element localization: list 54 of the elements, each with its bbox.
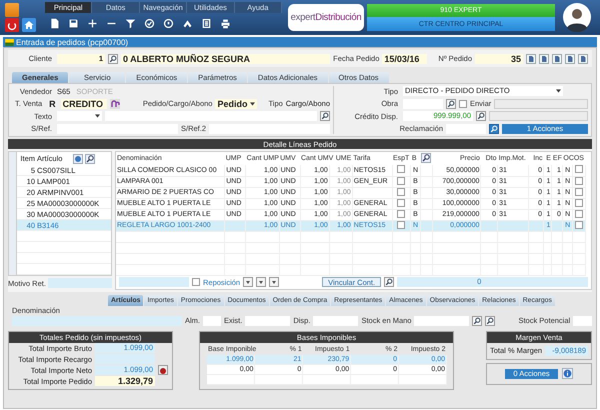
sale-type-code-field[interactable]: R — [47, 98, 58, 109]
checkbox[interactable] — [575, 165, 584, 174]
stock-field — [313, 316, 358, 326]
search-button[interactable] — [108, 54, 118, 64]
order-type-select[interactable]: Pedido — [215, 98, 258, 109]
restock-checkbox[interactable] — [192, 278, 200, 286]
caret-icon — [250, 102, 256, 106]
logo-text: expertDistribución — [290, 12, 362, 23]
window-icon — [5, 38, 14, 46]
filter-field[interactable] — [119, 277, 189, 287]
sale-type-field[interactable]: CREDITO — [60, 98, 107, 109]
search-icon — [109, 54, 117, 62]
search-button[interactable] — [446, 98, 456, 109]
search-button[interactable] — [489, 124, 499, 134]
search-icon — [477, 112, 485, 120]
scroll-bar[interactable] — [9, 152, 17, 275]
search-icon[interactable] — [85, 154, 95, 164]
save-icon[interactable] — [68, 18, 79, 29]
search-icon — [447, 100, 455, 108]
power-button[interactable] — [5, 18, 19, 32]
reason-field[interactable] — [48, 278, 112, 288]
info-icon[interactable] — [562, 368, 573, 379]
search-button[interactable] — [485, 316, 496, 326]
search-icon[interactable] — [421, 152, 432, 162]
send-checkbox[interactable] — [459, 100, 467, 108]
plus-icon[interactable] — [87, 18, 98, 29]
search-icon — [490, 124, 498, 133]
client-name-field[interactable]: 0 ALBERTO MUÑOZ SEGURA — [121, 54, 330, 64]
search-button[interactable] — [476, 111, 486, 122]
search-button[interactable] — [384, 277, 394, 287]
search-button[interactable] — [320, 111, 330, 122]
search-icon — [473, 316, 482, 324]
document-icon[interactable] — [49, 18, 60, 29]
total-field: 1.329,79 — [95, 376, 155, 386]
search-icon — [385, 278, 394, 286]
order-number-field[interactable]: 35 — [475, 54, 523, 64]
stock-field — [573, 316, 592, 326]
search-icon — [321, 112, 329, 120]
search-icon — [486, 316, 494, 324]
stock-field — [414, 316, 470, 326]
document-icon[interactable] — [539, 54, 549, 64]
window-title: Entrada de pedidos (pcp00700) — [16, 38, 128, 46]
checkbox[interactable] — [397, 165, 406, 174]
form-icon[interactable] — [201, 18, 212, 29]
caret-icon — [95, 114, 100, 118]
home-button[interactable] — [22, 18, 36, 32]
printer-icon[interactable] — [220, 18, 231, 29]
caret-icon — [556, 89, 561, 94]
target-icon[interactable] — [163, 18, 174, 29]
avatar-icon[interactable] — [562, 2, 592, 32]
stock-field — [245, 316, 290, 326]
warehouse-field[interactable] — [203, 316, 221, 326]
search-button[interactable] — [472, 316, 482, 326]
date-field[interactable]: 15/03/16 — [382, 54, 428, 64]
